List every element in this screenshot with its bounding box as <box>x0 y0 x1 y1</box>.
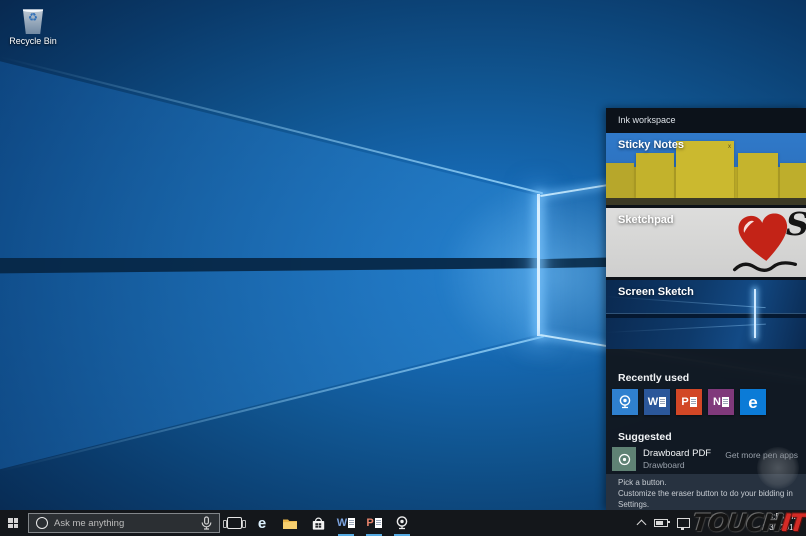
task-view-icon <box>227 517 242 529</box>
sticky-notes-shelf <box>606 198 806 205</box>
suggested-app-subtitle: Drawboard <box>643 460 711 470</box>
tile-edge[interactable]: e <box>740 389 766 415</box>
recently-used-tiles: W P N e <box>612 389 806 415</box>
sticky-note: + x <box>676 141 734 198</box>
show-hidden-icons-chevron[interactable] <box>637 519 647 529</box>
cortana-icon <box>36 517 48 529</box>
taskbar-camera-app-button[interactable] <box>388 510 416 536</box>
camera-app-icon <box>617 394 633 410</box>
hint-line-2: Customize the eraser button to do your b… <box>618 489 806 511</box>
screenshot-window-edge <box>754 289 756 338</box>
sticky-notes-section[interactable]: + x Sticky Notes <box>606 133 806 205</box>
tile-word[interactable]: W <box>644 389 670 415</box>
taskbar-file-explorer-button[interactable] <box>276 510 304 536</box>
recycle-bin-label: Recycle Bin <box>4 36 62 46</box>
suggested-label: Suggested <box>618 431 806 443</box>
drawboard-pdf-icon <box>617 452 632 467</box>
ink-squiggle-icon <box>732 258 798 276</box>
tile-onenote[interactable]: N <box>708 389 734 415</box>
taskbar-word-button[interactable]: W <box>332 510 360 536</box>
ink-workspace-header: Ink workspace <box>606 108 806 133</box>
recycle-bin-icon: ♻ <box>21 6 45 34</box>
taskbar-powerpoint-button[interactable]: P <box>360 510 388 536</box>
start-button[interactable] <box>0 510 26 536</box>
system-tray <box>638 510 690 536</box>
file-explorer-icon <box>282 517 298 530</box>
tile-powerpoint[interactable]: P <box>676 389 702 415</box>
store-icon <box>311 516 326 531</box>
recycle-bin-desktop-icon[interactable]: ♻ Recycle Bin <box>4 6 62 46</box>
wallpaper-window-edge <box>537 194 540 336</box>
sticky-note <box>780 163 806 198</box>
onenote-icon: N <box>713 397 729 408</box>
microphone-icon[interactable] <box>200 516 213 530</box>
clock-time: 8:53 AM <box>762 512 798 523</box>
taskbar-clock[interactable]: 8:53 AM 3/30/2016 <box>762 512 798 534</box>
recently-used-label: Recently used <box>618 372 806 384</box>
drawboard-pdf-tile <box>612 447 636 471</box>
clock-date: 3/30/2016 <box>762 523 798 534</box>
sketchpad-title: Sketchpad <box>618 214 674 226</box>
touch-cursor-indicator <box>757 447 799 489</box>
powerpoint-icon: P <box>681 397 696 408</box>
edge-icon: e <box>258 516 266 531</box>
tile-camera-app[interactable] <box>612 389 638 415</box>
screenshot-beam <box>606 324 766 333</box>
edge-icon: e <box>748 394 757 411</box>
sticky-note <box>606 163 634 198</box>
sketchpad-section[interactable]: S Sketchpad <box>606 208 806 277</box>
cortana-search-box[interactable] <box>28 513 220 533</box>
taskbar-store-button[interactable] <box>304 510 332 536</box>
battery-icon[interactable] <box>654 519 668 527</box>
camera-app-icon <box>394 515 410 531</box>
screen-sketch-title: Screen Sketch <box>618 286 694 298</box>
sticky-note <box>738 153 778 198</box>
windows-logo-icon <box>8 518 18 528</box>
screen-sketch-section[interactable]: Screen Sketch <box>606 280 806 349</box>
display-icon[interactable] <box>677 518 690 528</box>
search-input[interactable] <box>54 518 200 529</box>
word-icon: W <box>648 397 666 408</box>
calligraphy-s-icon: S <box>786 208 806 240</box>
taskbar-edge-button[interactable]: e <box>248 510 276 536</box>
powerpoint-icon: P <box>366 518 381 529</box>
sticky-note <box>636 153 674 198</box>
sticky-notes-title: Sticky Notes <box>618 139 684 151</box>
taskbar: e W P <box>0 510 806 536</box>
desktop-screen: ♻ Recycle Bin Ink workspace + x Sticky N… <box>0 0 806 536</box>
word-icon: W <box>337 518 355 529</box>
task-view-button[interactable] <box>220 510 248 536</box>
screenshot-crossbar <box>606 313 806 318</box>
suggested-app-title: Drawboard PDF <box>643 448 711 459</box>
